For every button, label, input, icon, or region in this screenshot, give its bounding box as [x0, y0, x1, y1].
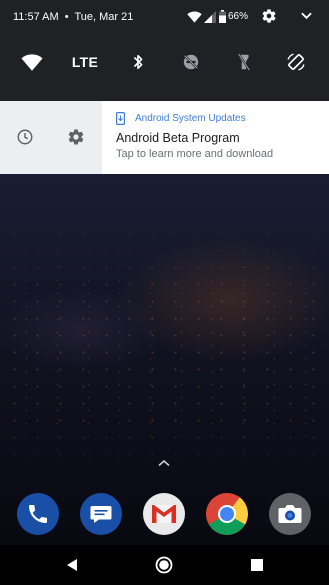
- camera-icon: [278, 505, 302, 523]
- dnd-off-icon: [183, 54, 199, 70]
- messages-icon: [90, 506, 112, 523]
- chrome-icon: [206, 493, 248, 535]
- bluetooth-icon: [133, 54, 143, 70]
- settings-gear-icon[interactable]: [67, 128, 85, 146]
- qs-tile-do-not-disturb[interactable]: [177, 50, 205, 74]
- settings-gear-icon[interactable]: [261, 8, 277, 24]
- dock-app-camera[interactable]: [269, 493, 311, 535]
- gmail-icon: [152, 505, 176, 523]
- system-update-icon: [116, 112, 125, 125]
- lte-label: LTE: [71, 54, 99, 70]
- wifi-icon: [21, 53, 43, 71]
- home-icon: [155, 556, 173, 574]
- qs-tile-wifi[interactable]: [18, 50, 46, 74]
- nav-back-button[interactable]: [61, 554, 83, 576]
- qs-tile-bluetooth[interactable]: [124, 50, 152, 74]
- status-separator: •: [64, 11, 69, 23]
- dock-app-phone[interactable]: [17, 493, 59, 535]
- dock-app-messages[interactable]: [80, 493, 122, 535]
- notification-title: Android Beta Program: [116, 131, 240, 145]
- phone-icon: [29, 505, 47, 523]
- status-time: 11:57 AM: [13, 11, 59, 23]
- notification-app-name: Android System Updates: [135, 113, 246, 124]
- nav-recents-button[interactable]: [246, 554, 268, 576]
- wifi-icon: [187, 11, 202, 23]
- back-icon: [67, 559, 77, 571]
- screen-rotation-icon: [287, 53, 305, 71]
- nav-home-button[interactable]: [153, 554, 175, 576]
- status-date-time: 11:57 AM • Tue, Mar 21: [13, 11, 133, 23]
- snooze-clock-icon[interactable]: [16, 128, 34, 146]
- notification-shade: 11:57 AM • Tue, Mar 21 66% LTE: [0, 0, 329, 101]
- qs-tile-flashlight[interactable]: [230, 50, 258, 74]
- flashlight-off-icon: [237, 53, 251, 71]
- signal-icon: [204, 11, 216, 23]
- chevron-up-icon[interactable]: [157, 458, 171, 468]
- battery-percent: 66%: [228, 11, 249, 22]
- notification-text: Tap to learn more and download: [116, 148, 274, 160]
- chevron-down-icon[interactable]: [301, 12, 312, 20]
- dock-app-chrome[interactable]: [206, 493, 248, 535]
- recents-icon: [251, 559, 263, 571]
- dock-app-gmail[interactable]: [143, 493, 185, 535]
- qs-tile-auto-rotate[interactable]: [282, 50, 310, 74]
- qs-tile-lte[interactable]: LTE: [70, 50, 100, 74]
- notification-actions-panel: [0, 101, 102, 174]
- status-date: Tue, Mar 21: [74, 11, 134, 23]
- battery-icon: [219, 10, 226, 23]
- wallpaper-city-lights: [0, 220, 329, 480]
